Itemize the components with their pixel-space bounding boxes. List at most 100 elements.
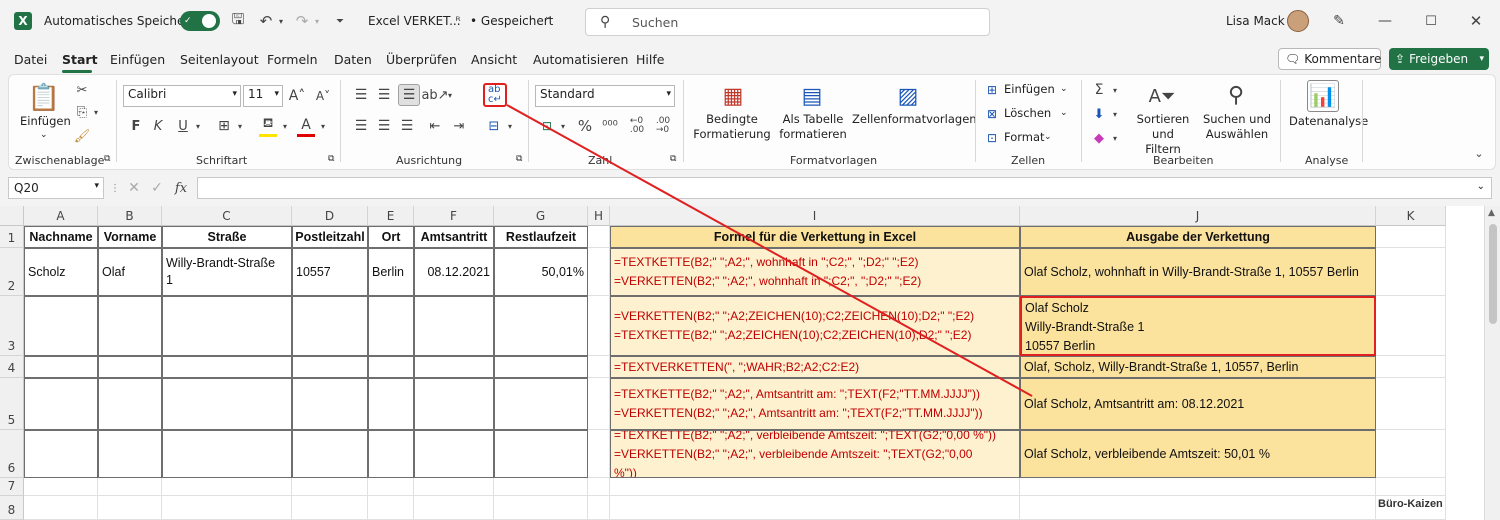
cell-f2[interactable]: 08.12.2021 xyxy=(414,248,494,296)
cell-a8[interactable] xyxy=(24,496,98,520)
collapse-ribbon-icon[interactable]: ⌄ xyxy=(1472,146,1486,160)
fill-color-dropdown-icon[interactable]: ▾ xyxy=(280,117,290,135)
column-header-k[interactable]: K xyxy=(1376,206,1446,226)
paste-icon[interactable]: 📋 xyxy=(28,82,60,114)
cell-d1[interactable]: Postleitzahl xyxy=(292,226,368,248)
cell-d5[interactable] xyxy=(292,378,368,430)
status-chevron-icon[interactable]: ⌄ xyxy=(544,12,552,22)
cell-c4[interactable] xyxy=(162,356,292,378)
scroll-thumb[interactable] xyxy=(1489,224,1497,324)
column-header-i[interactable]: I xyxy=(610,206,1020,226)
fill-dropdown-icon[interactable]: ▾ xyxy=(1110,106,1120,122)
cell-i1[interactable]: Formel für die Verkettung in Excel xyxy=(610,226,1020,248)
number-format-select[interactable]: Standard ▾ xyxy=(535,85,675,107)
cell-c6[interactable] xyxy=(162,430,292,478)
find-select-icon[interactable]: ⚲ xyxy=(1221,80,1251,110)
search-box[interactable]: ⚲ Suchen xyxy=(585,8,990,36)
copy-icon[interactable]: ⎘ xyxy=(74,104,90,120)
file-name[interactable]: Excel VERKET... xyxy=(368,14,461,28)
output-cell-j4[interactable]: Olaf, Scholz, Willy-Brandt-Straße 1, 105… xyxy=(1020,356,1376,378)
data-analysis-icon[interactable]: 📊 xyxy=(1307,80,1339,112)
save-icon[interactable]: 🖫 xyxy=(229,10,247,30)
undo-dropdown-icon[interactable]: ▾ xyxy=(276,12,286,30)
row-header-3[interactable]: 3 xyxy=(0,296,24,356)
clipboard-launcher-icon[interactable]: ⧉ xyxy=(104,154,110,164)
row-header-1[interactable]: 1 xyxy=(0,226,24,248)
delete-cells-chevron-icon[interactable]: ⌄ xyxy=(1060,106,1068,121)
cell-styles-icon[interactable]: ▨ xyxy=(893,82,923,110)
column-header-e[interactable]: E xyxy=(368,206,414,226)
output-cell-j3[interactable]: Olaf Scholz Willy-Brandt-Straße 1 10557 … xyxy=(1020,296,1376,356)
output-cell-j6[interactable]: Olaf Scholz, verbleibende Amtszeit: 50,0… xyxy=(1020,430,1376,478)
paste-chevron-icon[interactable]: ⌄ xyxy=(40,128,48,143)
format-cells-icon[interactable]: ⊡ xyxy=(984,130,1000,146)
align-left-icon[interactable]: ☰ xyxy=(352,117,370,135)
align-center-icon[interactable]: ☰ xyxy=(375,117,393,135)
minimize-icon[interactable]: — xyxy=(1376,12,1394,30)
underline-dropdown-icon[interactable]: ▾ xyxy=(193,117,203,135)
cell-i8[interactable] xyxy=(610,496,1020,520)
font-color-icon[interactable]: A xyxy=(297,115,315,137)
share-button[interactable]: ⇪ Freigeben ▾ xyxy=(1389,48,1489,70)
insert-cells-label[interactable]: Einfügen xyxy=(1004,82,1055,97)
cell-g6[interactable] xyxy=(494,430,588,478)
font-color-dropdown-icon[interactable]: ▾ xyxy=(318,117,328,135)
cell-j8[interactable] xyxy=(1020,496,1376,520)
cell-a3[interactable] xyxy=(24,296,98,356)
cell-styles-label[interactable]: Zellenformatvorlagen xyxy=(852,112,977,127)
formula-cell-i3[interactable]: =VERKETTEN(B2;" ";A2;ZEICHEN(10);C2;ZEIC… xyxy=(610,296,1020,356)
format-painter-icon[interactable]: 🖌 xyxy=(74,128,91,144)
cell-b7[interactable] xyxy=(98,478,162,496)
cell-b1[interactable]: Vorname xyxy=(98,226,162,248)
cell-k4[interactable] xyxy=(1376,356,1446,378)
insert-function-icon[interactable]: fx xyxy=(172,180,190,196)
font-grow-icon[interactable]: A˄ xyxy=(288,86,306,106)
formula-cell-i5[interactable]: =TEXTKETTE(B2;" ";A2;", Amtsantritt am: … xyxy=(610,378,1020,430)
font-name-select[interactable]: Calibri ▾ xyxy=(123,85,241,107)
cell-k3[interactable] xyxy=(1376,296,1446,356)
cell-k6[interactable] xyxy=(1376,430,1446,478)
cell-j1[interactable]: Ausgabe der Verkettung xyxy=(1020,226,1376,248)
cell-g1[interactable]: Restlaufzeit xyxy=(494,226,588,248)
align-middle-icon[interactable]: ☰ xyxy=(375,86,393,104)
format-as-table-icon[interactable]: ▤ xyxy=(797,82,827,110)
format-cells-label[interactable]: Format xyxy=(1004,130,1045,145)
accounting-format-icon[interactable]: ⊡ xyxy=(538,117,556,135)
designer-pen-icon[interactable]: ✎ xyxy=(1330,12,1348,30)
row-header-4[interactable]: 4 xyxy=(0,356,24,378)
cell-b8[interactable] xyxy=(98,496,162,520)
formula-cell-i6[interactable]: =TEXTKETTE(B2;" ";A2;", verbleibende Amt… xyxy=(610,430,1020,478)
italic-icon[interactable]: K xyxy=(150,117,166,135)
output-cell-j2[interactable]: Olaf Scholz, wohnhaft in Willy-Brandt-St… xyxy=(1020,248,1376,296)
customize-qat-icon[interactable]: ⏷ xyxy=(334,12,346,30)
cell-a2[interactable]: Scholz xyxy=(24,248,98,296)
cell-c8[interactable] xyxy=(162,496,292,520)
row-header-5[interactable]: 5 xyxy=(0,378,24,430)
cell-h1[interactable] xyxy=(588,226,610,248)
cell-a4[interactable] xyxy=(24,356,98,378)
tab-ueberpruefen[interactable]: Überprüfen xyxy=(386,52,457,67)
conditional-formatting-icon[interactable]: ▦ xyxy=(718,82,748,110)
cell-h8[interactable] xyxy=(588,496,610,520)
format-cells-chevron-icon[interactable]: ⌄ xyxy=(1044,130,1052,145)
thousands-separator-icon[interactable]: ⁰⁰⁰ xyxy=(601,117,619,135)
cell-b3[interactable] xyxy=(98,296,162,356)
confirm-entry-icon[interactable]: ✓ xyxy=(149,180,165,196)
align-top-icon[interactable]: ☰ xyxy=(352,86,370,104)
close-icon[interactable]: ✕ xyxy=(1467,12,1485,30)
cell-e4[interactable] xyxy=(368,356,414,378)
font-launcher-icon[interactable]: ⧉ xyxy=(328,154,334,164)
borders-icon[interactable]: ⊞ xyxy=(215,117,233,135)
decrease-decimal-icon[interactable]: .00 →0 xyxy=(654,117,672,135)
sort-filter-icon[interactable]: A⏷ xyxy=(1147,82,1177,110)
underline-icon[interactable]: U xyxy=(175,117,191,135)
percent-icon[interactable]: % xyxy=(576,116,594,136)
cell-e5[interactable] xyxy=(368,378,414,430)
borders-dropdown-icon[interactable]: ▾ xyxy=(235,117,245,135)
cell-d8[interactable] xyxy=(292,496,368,520)
maximize-icon[interactable]: ☐ xyxy=(1422,12,1440,30)
row-header-2[interactable]: 2 xyxy=(0,248,24,296)
column-header-a[interactable]: A xyxy=(24,206,98,226)
cell-g8[interactable] xyxy=(494,496,588,520)
cell-i7[interactable] xyxy=(610,478,1020,496)
